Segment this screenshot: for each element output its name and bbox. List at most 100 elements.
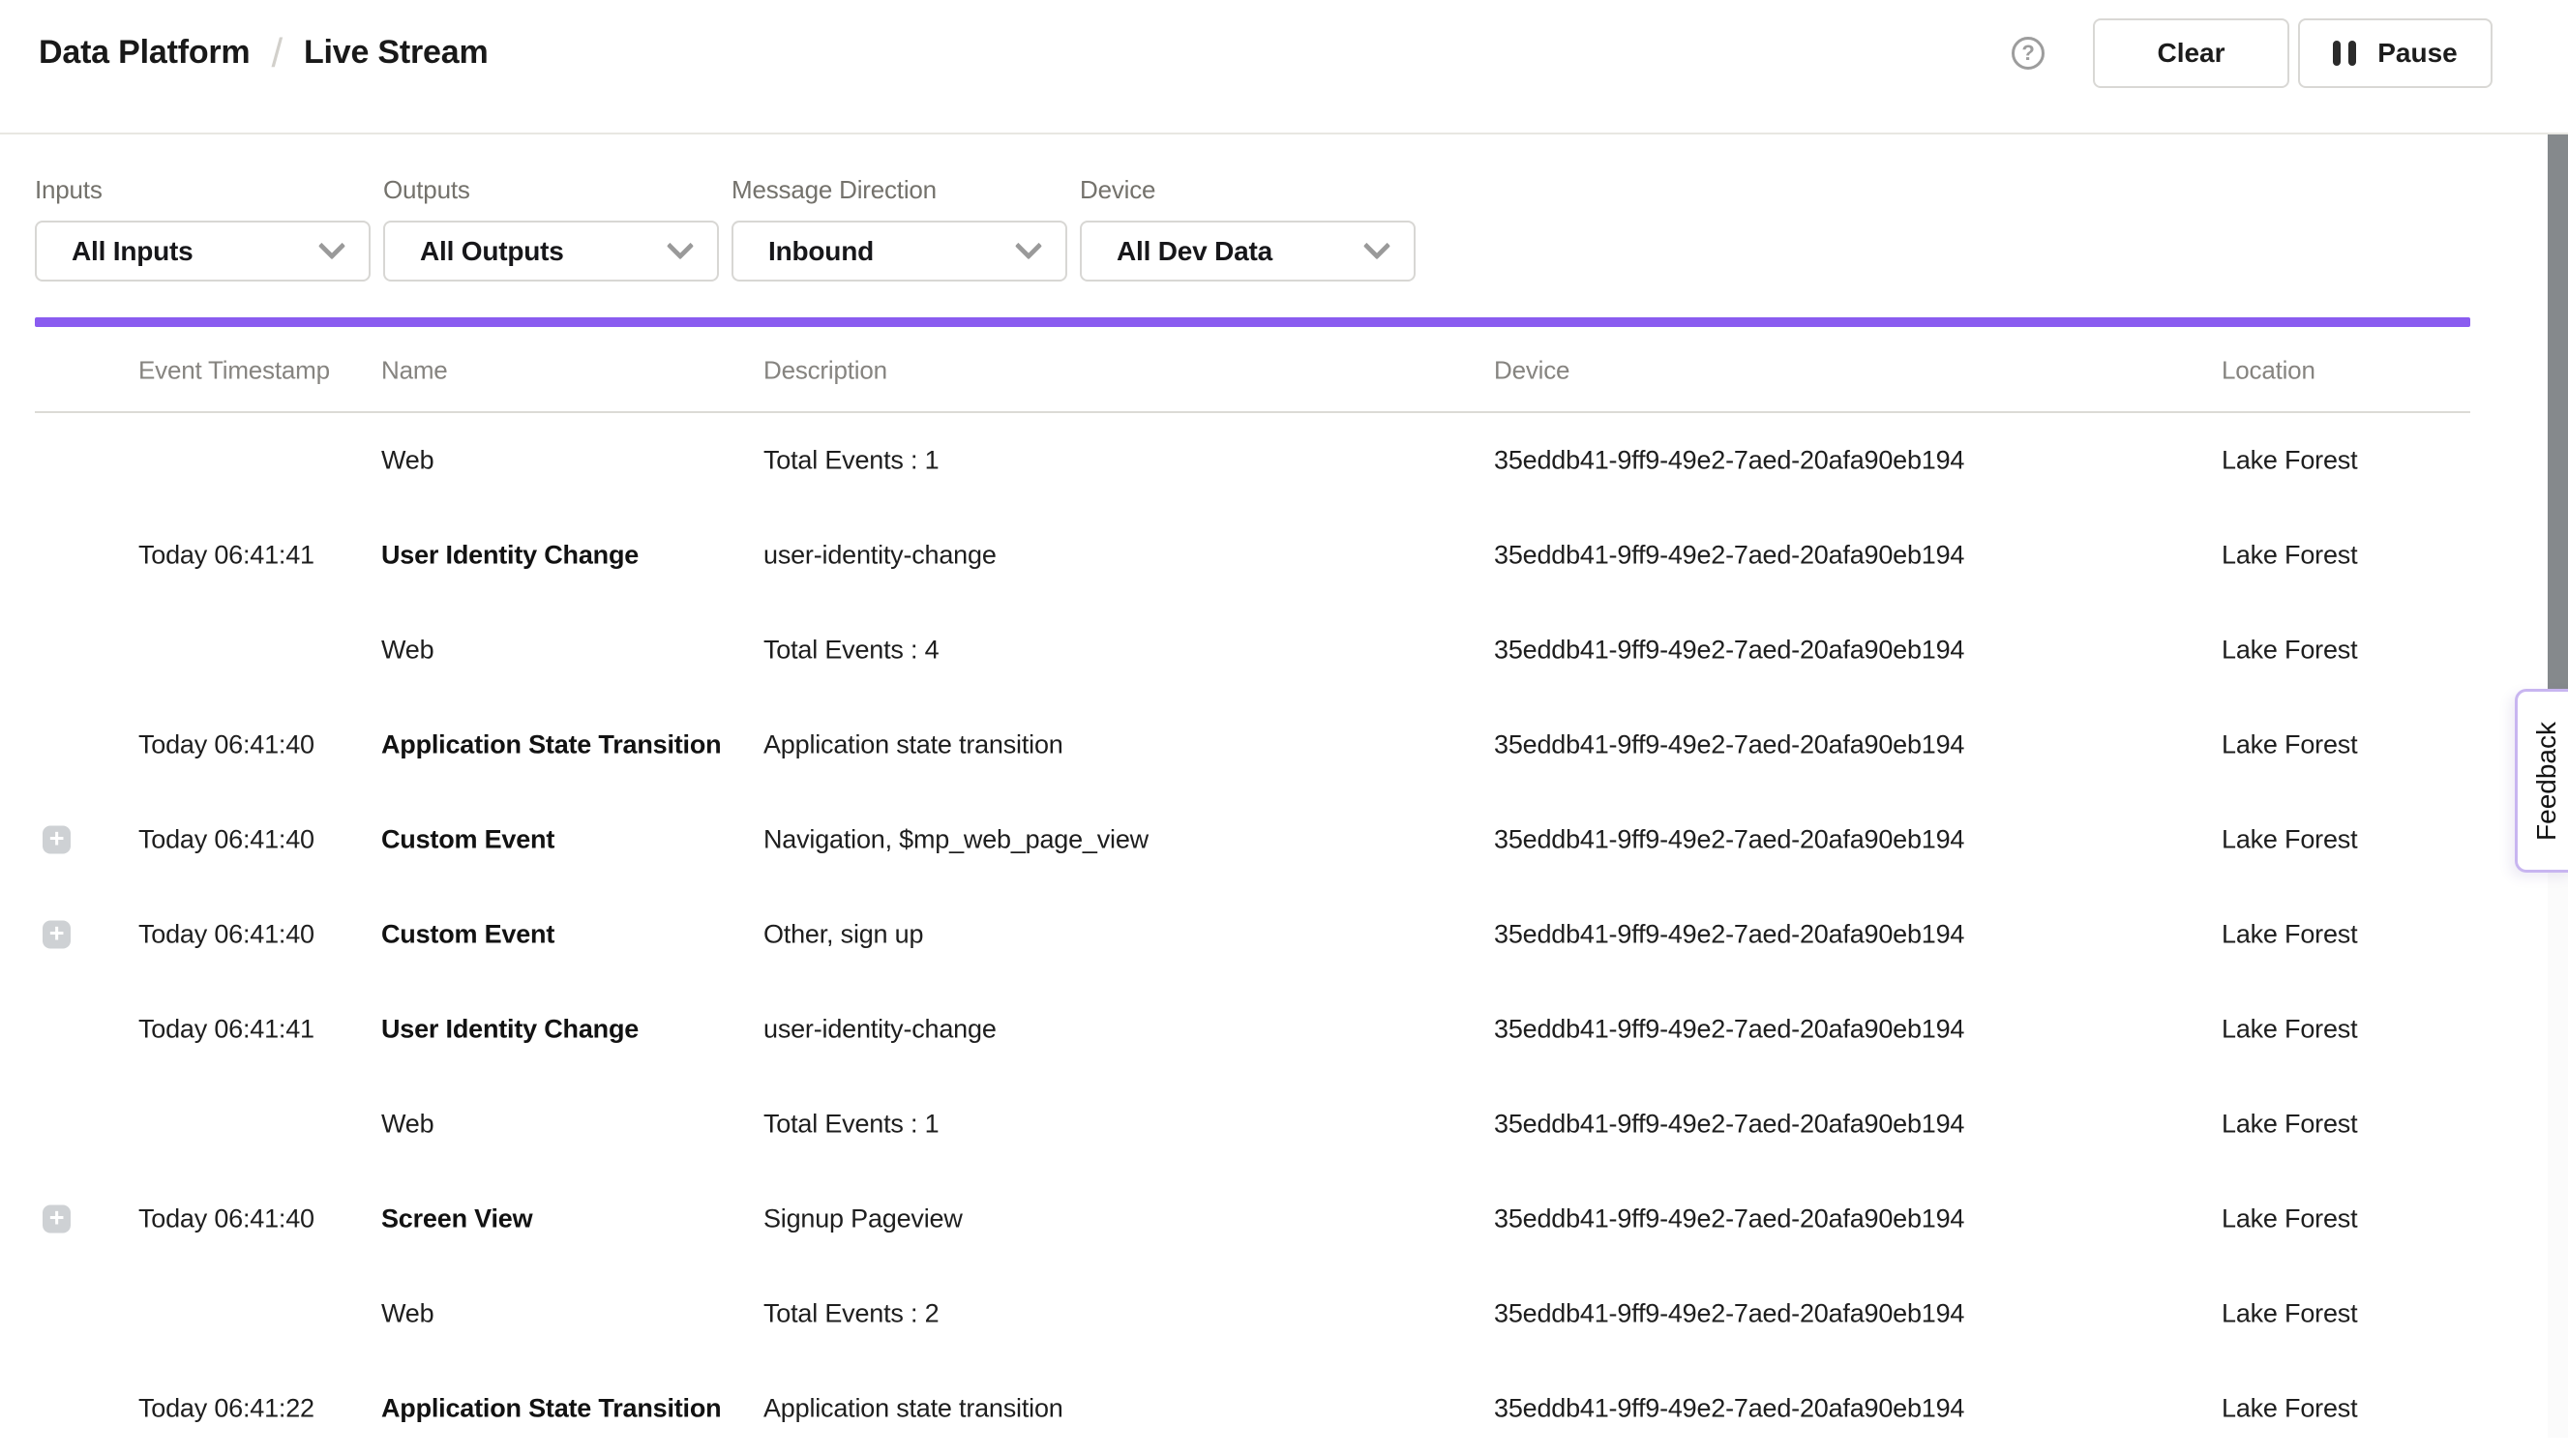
pause-button-label: Pause <box>2377 38 2458 69</box>
filter-inputs: Inputs All Inputs <box>35 177 371 282</box>
inputs-select-value: All Inputs <box>72 236 194 267</box>
event-description-cell: Signup Pageview <box>763 1204 963 1234</box>
event-description-cell: user-identity-change <box>763 1015 997 1045</box>
event-name-cell: Custom Event <box>381 825 554 855</box>
message-direction-select-value: Inbound <box>768 236 874 267</box>
event-description-cell: Total Events : 1 <box>763 446 939 476</box>
event-description-cell: Application state transition <box>763 1394 1063 1424</box>
event-timestamp-cell: Today 06:41:22 <box>138 1394 314 1424</box>
event-description-cell: Application state transition <box>763 730 1063 760</box>
event-device-cell: 35eddb41-9ff9-49e2-7aed-20afa90eb194 <box>1494 1299 1964 1329</box>
event-description-cell: user-identity-change <box>763 541 997 571</box>
column-header-location: Location <box>2222 355 2315 385</box>
filters-bar: Inputs All Inputs Outputs All Outputs Me… <box>35 177 2568 282</box>
table-row[interactable]: + Today 06:41:40 Custom Event Navigation… <box>0 792 2568 887</box>
event-location-cell: Lake Forest <box>2222 1299 2357 1329</box>
stream-accent-bar <box>35 317 2470 327</box>
event-location-cell: Lake Forest <box>2222 825 2357 855</box>
event-device-cell: 35eddb41-9ff9-49e2-7aed-20afa90eb194 <box>1494 1394 1964 1424</box>
event-timestamp-cell: Today 06:41:40 <box>138 825 314 855</box>
event-location-cell: Lake Forest <box>2222 1015 2357 1045</box>
outputs-select[interactable]: All Outputs <box>383 221 719 282</box>
inputs-select[interactable]: All Inputs <box>35 221 371 282</box>
filter-outputs: Outputs All Outputs <box>383 177 719 282</box>
breadcrumb: Data Platform / Live Stream <box>39 30 489 76</box>
table-row[interactable]: Today 06:41:41 User Identity Change user… <box>0 982 2568 1077</box>
event-name-cell: Web <box>381 636 433 666</box>
event-device-cell: 35eddb41-9ff9-49e2-7aed-20afa90eb194 <box>1494 1015 1964 1045</box>
event-device-cell: 35eddb41-9ff9-49e2-7aed-20afa90eb194 <box>1494 1110 1964 1140</box>
clear-button[interactable]: Clear <box>2093 18 2289 88</box>
event-name-cell: Web <box>381 1110 433 1140</box>
column-header-event-timestamp: Event Timestamp <box>138 355 330 385</box>
column-header-description: Description <box>763 355 887 385</box>
breadcrumb-section[interactable]: Data Platform <box>39 34 250 72</box>
chevron-down-icon <box>1015 232 1042 259</box>
pause-button[interactable]: Pause <box>2298 18 2493 88</box>
breadcrumb-separator: / <box>271 30 282 76</box>
outputs-select-value: All Outputs <box>420 236 564 267</box>
table-row[interactable]: + Today 06:41:40 Screen View Signup Page… <box>0 1172 2568 1266</box>
event-name-cell: User Identity Change <box>381 1015 639 1045</box>
event-device-cell: 35eddb41-9ff9-49e2-7aed-20afa90eb194 <box>1494 541 1964 571</box>
event-location-cell: Lake Forest <box>2222 730 2357 760</box>
message-direction-select[interactable]: Inbound <box>732 221 1067 282</box>
feedback-tab-label: Feedback <box>2531 722 2562 841</box>
table-header: Event Timestamp Name Description Device … <box>0 327 2568 413</box>
expand-icon[interactable]: + <box>43 1205 71 1233</box>
event-location-cell: Lake Forest <box>2222 541 2357 571</box>
filter-label-message-direction: Message Direction <box>732 177 1067 202</box>
table-row[interactable]: Today 06:41:41 User Identity Change user… <box>0 508 2568 603</box>
event-location-cell: Lake Forest <box>2222 1394 2357 1424</box>
event-name-cell: Application State Transition <box>381 1394 721 1424</box>
expand-icon[interactable]: + <box>43 921 71 949</box>
help-icon[interactable]: ? <box>2012 37 2045 70</box>
event-device-cell: 35eddb41-9ff9-49e2-7aed-20afa90eb194 <box>1494 920 1964 950</box>
page-header: Data Platform / Live Stream ? Clear Paus… <box>0 0 2568 134</box>
pause-icon <box>2333 41 2356 66</box>
event-description-cell: Navigation, $mp_web_page_view <box>763 825 1149 855</box>
filter-message-direction: Message Direction Inbound <box>732 177 1067 282</box>
feedback-tab[interactable]: Feedback <box>2515 689 2568 873</box>
event-description-cell: Other, sign up <box>763 920 923 950</box>
filter-device: Device All Dev Data <box>1080 177 1416 282</box>
event-device-cell: 35eddb41-9ff9-49e2-7aed-20afa90eb194 <box>1494 446 1964 476</box>
event-description-cell: Total Events : 1 <box>763 1110 939 1140</box>
table-row[interactable]: Web Total Events : 1 35eddb41-9ff9-49e2-… <box>0 1077 2568 1172</box>
event-location-cell: Lake Forest <box>2222 920 2357 950</box>
table-row[interactable]: Web Total Events : 4 35eddb41-9ff9-49e2-… <box>0 603 2568 698</box>
event-location-cell: Lake Forest <box>2222 636 2357 666</box>
event-timestamp-cell: Today 06:41:40 <box>138 730 314 760</box>
column-header-device: Device <box>1494 355 1569 385</box>
device-select[interactable]: All Dev Data <box>1080 221 1416 282</box>
table-row[interactable]: Web Total Events : 1 35eddb41-9ff9-49e2-… <box>0 413 2568 508</box>
table-body: Web Total Events : 1 35eddb41-9ff9-49e2-… <box>0 413 2568 1456</box>
event-location-cell: Lake Forest <box>2222 1110 2357 1140</box>
event-device-cell: 35eddb41-9ff9-49e2-7aed-20afa90eb194 <box>1494 730 1964 760</box>
event-name-cell: Web <box>381 446 433 476</box>
event-timestamp-cell: Today 06:41:40 <box>138 1204 314 1234</box>
event-device-cell: 35eddb41-9ff9-49e2-7aed-20afa90eb194 <box>1494 825 1964 855</box>
event-description-cell: Total Events : 2 <box>763 1299 939 1329</box>
event-device-cell: 35eddb41-9ff9-49e2-7aed-20afa90eb194 <box>1494 636 1964 666</box>
event-name-cell: Custom Event <box>381 920 554 950</box>
device-select-value: All Dev Data <box>1117 236 1272 267</box>
chevron-down-icon <box>667 232 694 259</box>
table-row[interactable]: Today 06:41:40 Application State Transit… <box>0 698 2568 792</box>
filter-label-device: Device <box>1080 177 1416 202</box>
event-device-cell: 35eddb41-9ff9-49e2-7aed-20afa90eb194 <box>1494 1204 1964 1234</box>
event-name-cell: Web <box>381 1299 433 1329</box>
table-row[interactable]: + Today 06:41:40 Custom Event Other, sig… <box>0 887 2568 982</box>
event-description-cell: Total Events : 4 <box>763 636 939 666</box>
table-row[interactable]: Web Total Events : 2 35eddb41-9ff9-49e2-… <box>0 1266 2568 1361</box>
event-location-cell: Lake Forest <box>2222 1204 2357 1234</box>
event-name-cell: Application State Transition <box>381 730 721 760</box>
table-row[interactable]: Today 06:41:22 Application State Transit… <box>0 1361 2568 1456</box>
filter-label-inputs: Inputs <box>35 177 371 202</box>
column-header-name: Name <box>381 355 448 385</box>
expand-icon[interactable]: + <box>43 826 71 854</box>
event-timestamp-cell: Today 06:41:41 <box>138 1015 314 1045</box>
header-actions: ? Clear Pause <box>2012 18 2493 88</box>
filter-label-outputs: Outputs <box>383 177 719 202</box>
scrollbar-thumb[interactable] <box>2548 134 2568 690</box>
